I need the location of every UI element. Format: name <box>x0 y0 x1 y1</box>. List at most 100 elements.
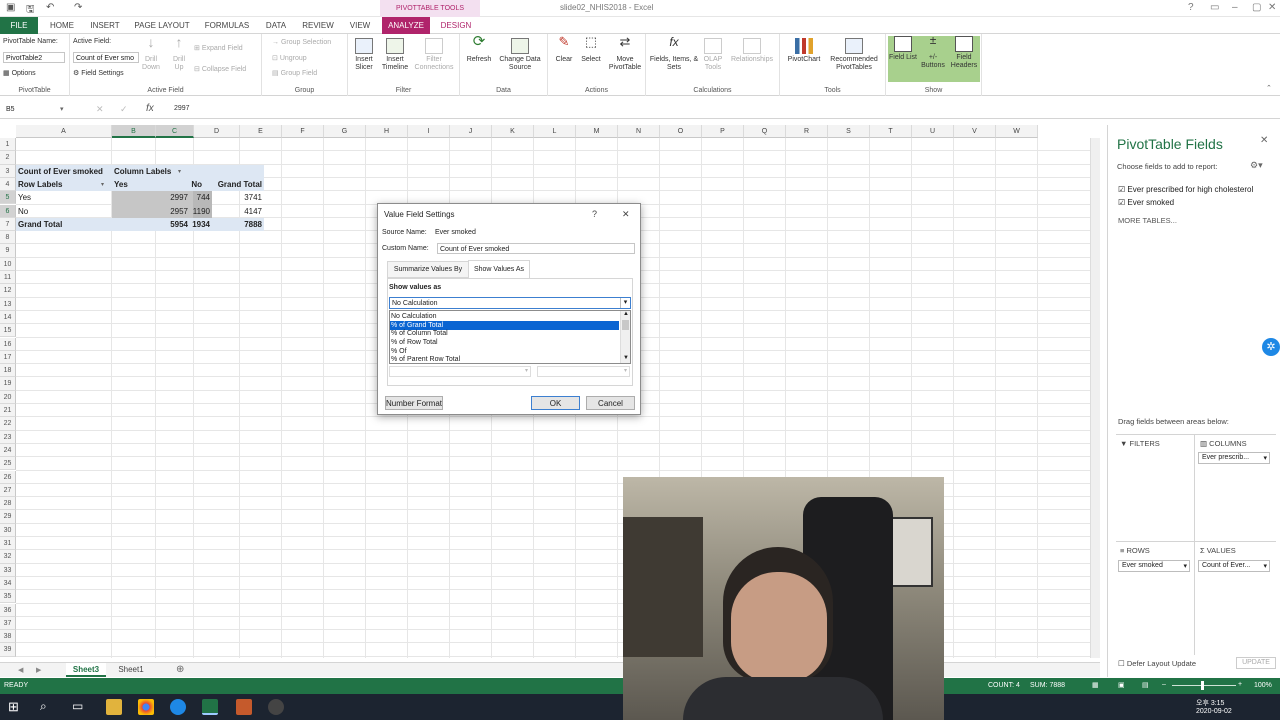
row-header-32[interactable]: 32 <box>0 550 16 564</box>
option-item[interactable]: % Of <box>391 348 407 355</box>
column-header-j[interactable]: J <box>450 125 492 138</box>
formula-input[interactable]: 2997 <box>174 105 190 112</box>
pane-close-icon[interactable]: ✕ <box>1260 135 1268 146</box>
tab-view[interactable]: VIEW <box>344 17 376 34</box>
edge-icon[interactable] <box>170 699 186 715</box>
filter-connections-button[interactable]: Filter Connections <box>412 38 456 72</box>
ungroup-button[interactable]: ⊡ Ungroup <box>272 54 307 62</box>
chevron-down-icon[interactable]: ▾ <box>525 367 528 374</box>
column-header-n[interactable]: N <box>618 125 660 138</box>
olap-tools-button[interactable]: OLAP Tools <box>702 38 724 72</box>
row-header-6[interactable]: 6 <box>0 204 16 218</box>
row-header-18[interactable]: 18 <box>0 364 16 378</box>
value-cell[interactable]: 7888 <box>214 218 262 231</box>
tab-show-values-as[interactable]: Show Values As <box>468 260 530 278</box>
column-header-a[interactable]: A <box>16 125 112 138</box>
close-icon[interactable]: ✕ <box>1268 2 1276 13</box>
row-header-34[interactable]: 34 <box>0 576 16 591</box>
defer-layout-checkbox[interactable]: ☐ Defer Layout Update <box>1118 659 1196 668</box>
prev-sheet-icon[interactable]: ◀ <box>18 666 23 674</box>
row-header-27[interactable]: 27 <box>0 483 16 498</box>
row-header-29[interactable]: 29 <box>0 510 16 524</box>
chrome-icon[interactable] <box>138 699 154 715</box>
option-item-highlighted[interactable]: % of Grand Total <box>390 321 619 330</box>
row-header-1[interactable]: 1 <box>0 138 16 152</box>
pivotchart-button[interactable]: PivotChart <box>784 38 824 64</box>
insert-timeline-button[interactable]: Insert Timeline <box>380 38 410 72</box>
sheet-tab-sheet1[interactable]: Sheet1 <box>112 663 150 677</box>
field-headers-button[interactable]: Field Headers <box>948 36 980 82</box>
group-field-button[interactable]: ▤ Group Field <box>272 69 317 77</box>
scroll-up-icon[interactable]: ▲ <box>623 311 629 317</box>
row-header-39[interactable]: 39 <box>0 643 16 657</box>
column-header-e[interactable]: E <box>240 125 282 138</box>
clear-button[interactable]: ✎ Clear <box>552 35 576 64</box>
row-header-33[interactable]: 33 <box>0 563 16 577</box>
tab-home[interactable]: HOME <box>42 17 82 34</box>
fields-items-sets-button[interactable]: fx Fields, Items, & Sets <box>648 36 700 72</box>
new-sheet-icon[interactable]: ⊕ <box>176 664 184 675</box>
tab-formulas[interactable]: FORMULAS <box>200 17 254 34</box>
column-header-w[interactable]: W <box>996 125 1038 138</box>
column-header-i[interactable]: I <box>408 125 450 138</box>
zoom-out-icon[interactable]: – <box>1162 681 1166 688</box>
column-header-v[interactable]: V <box>954 125 996 138</box>
pivottable-name-input[interactable]: PivotTable2 <box>3 52 65 63</box>
column-header-u[interactable]: U <box>912 125 954 138</box>
update-button[interactable]: UPDATE <box>1236 657 1276 669</box>
column-filter-icon[interactable]: ▾ <box>178 168 181 175</box>
tab-page-layout[interactable]: PAGE LAYOUT <box>130 17 194 34</box>
chevron-down-icon[interactable]: ▾ <box>620 298 630 308</box>
listbox-scrollbar[interactable]: ▲ ▼ <box>620 311 630 363</box>
powerpoint-icon[interactable] <box>236 699 252 715</box>
column-header-o[interactable]: O <box>660 125 702 138</box>
row-header-24[interactable]: 24 <box>0 443 16 458</box>
cancel-entry-icon[interactable]: ✕ <box>96 104 104 115</box>
field-item[interactable]: ☑ Ever prescribed for high cholesterol <box>1118 185 1253 194</box>
tab-insert[interactable]: INSERT <box>86 17 124 34</box>
header-total-cell[interactable]: Grand Total <box>210 178 262 191</box>
checkbox-checked-icon[interactable]: ☑ <box>1118 185 1125 194</box>
value-cell[interactable]: 3741 <box>214 191 262 204</box>
active-field-input[interactable]: Count of Ever smo <box>73 52 139 63</box>
file-explorer-icon[interactable] <box>106 699 122 715</box>
collapse-field-button[interactable]: ⊟ Collapse Field <box>194 65 246 73</box>
field-settings-button[interactable]: ⚙ Field Settings <box>73 69 124 77</box>
columns-field-chip[interactable]: Ever prescrib... ▾ <box>1198 452 1270 464</box>
page-layout-view-icon[interactable]: ▣ <box>1118 681 1125 689</box>
column-header-c[interactable]: C <box>156 125 194 138</box>
row-header-20[interactable]: 20 <box>0 390 16 404</box>
restore-ribbon-icon[interactable]: ▭ <box>1210 2 1219 13</box>
relationships-button[interactable]: Relationships <box>726 38 778 64</box>
base-field-select[interactable]: ▾ <box>389 366 531 377</box>
excel-taskbar-icon[interactable] <box>202 699 218 715</box>
tab-design[interactable]: DESIGN <box>434 17 478 34</box>
header-yes-cell[interactable]: Yes <box>114 178 154 191</box>
refresh-button[interactable]: ⟳ Refresh <box>464 34 494 64</box>
row-header-23[interactable]: 23 <box>0 430 16 444</box>
select-button[interactable]: ⬚ Select <box>578 35 604 64</box>
base-item-select[interactable]: ▾ <box>537 366 630 377</box>
chevron-down-icon[interactable]: ▾ <box>624 367 627 374</box>
windows-start-icon[interactable]: ⊞ <box>8 699 24 715</box>
value-cell[interactable]: 4147 <box>214 205 262 218</box>
column-labels-cell[interactable]: Column Labels <box>114 165 174 178</box>
row-header-35[interactable]: 35 <box>0 590 16 604</box>
column-header-k[interactable]: K <box>492 125 534 138</box>
field-list-button[interactable]: Field List <box>888 36 918 82</box>
next-sheet-icon[interactable]: ▶ <box>36 666 41 674</box>
undo-icon[interactable]: ↶ <box>46 2 54 13</box>
name-box-dropdown-icon[interactable]: ▾ <box>60 105 64 113</box>
row-header-8[interactable]: 8 <box>0 231 16 245</box>
field-item[interactable]: ☑ Ever smoked <box>1118 198 1174 207</box>
tab-review[interactable]: REVIEW <box>298 17 338 34</box>
confirm-entry-icon[interactable]: ✓ <box>120 104 128 115</box>
app-icon[interactable] <box>268 699 284 715</box>
column-header-s[interactable]: S <box>828 125 870 138</box>
column-header-m[interactable]: M <box>576 125 618 138</box>
pivot-title-cell[interactable]: Count of Ever smoked <box>18 165 112 178</box>
row-header-26[interactable]: 26 <box>0 470 16 484</box>
value-cell[interactable]: 744 <box>190 191 210 204</box>
search-icon[interactable]: ⌕ <box>40 699 56 715</box>
zoom-level[interactable]: 100% <box>1254 682 1272 689</box>
